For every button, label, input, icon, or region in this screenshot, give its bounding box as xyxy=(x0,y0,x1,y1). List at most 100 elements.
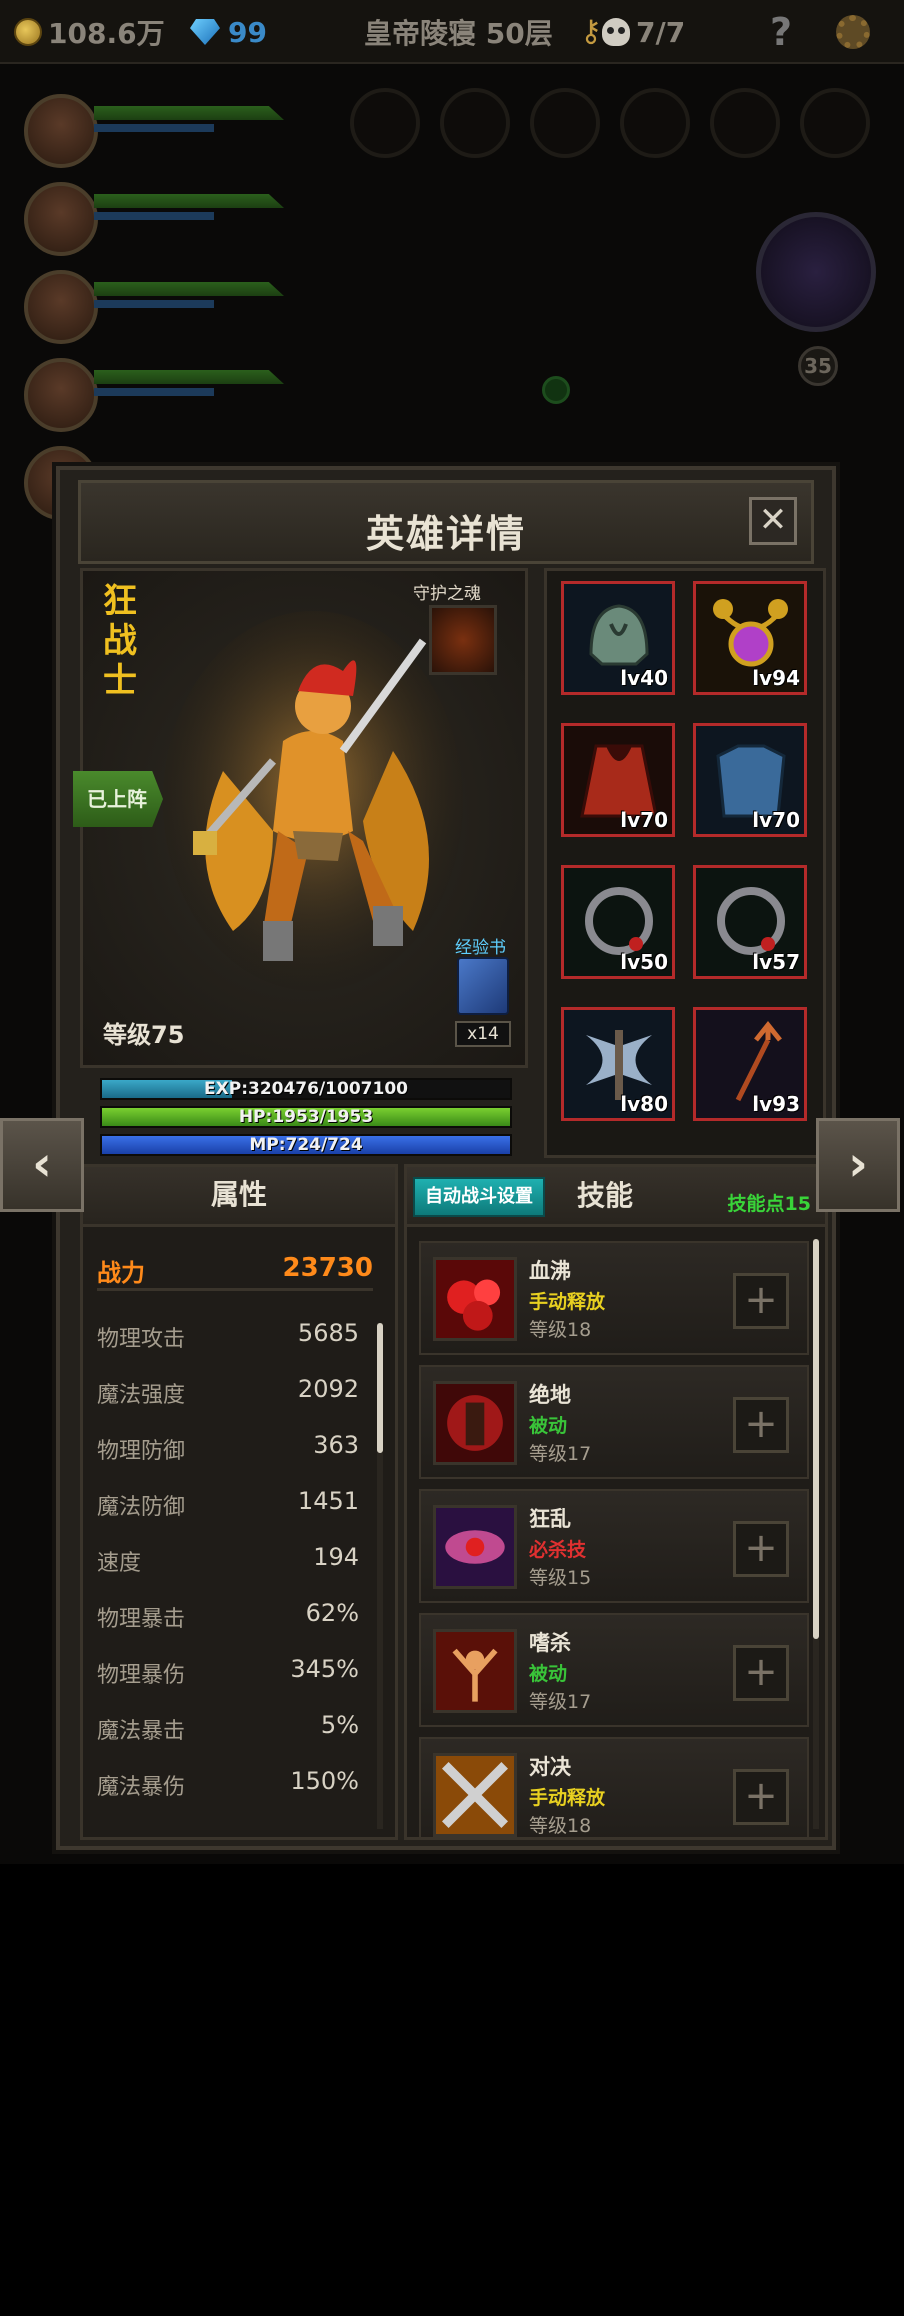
stat-label: 速度 xyxy=(97,1551,142,1576)
hp-bar xyxy=(94,194,284,208)
help-icon[interactable]: ? xyxy=(770,10,792,54)
location-title: 皇帝陵寝 50层 xyxy=(364,17,553,50)
blood-boil-icon xyxy=(433,1257,517,1341)
mp-bar xyxy=(94,212,214,220)
settings-button[interactable] xyxy=(836,14,870,50)
stat-label: 物理暴伤 xyxy=(97,1663,186,1688)
mp-bar xyxy=(94,388,214,396)
skills-scrollbar[interactable] xyxy=(813,1239,819,1829)
skills-header: 自动战斗设置 技能 技能点15 xyxy=(407,1167,825,1227)
skill-name: 对决 xyxy=(529,1755,571,1779)
scrollbar-thumb[interactable] xyxy=(813,1239,819,1639)
item-slot[interactable] xyxy=(710,88,780,158)
equip-slot-ring[interactable]: lv50 xyxy=(561,865,675,979)
equip-slot-amulet[interactable]: lv94 xyxy=(693,581,807,695)
hero-name: 狂 战 士 xyxy=(103,581,143,701)
hero-level: 等级75 xyxy=(103,1021,185,1049)
skill-row[interactable]: 对决 手动释放 等级18 + xyxy=(419,1737,809,1837)
avatar xyxy=(24,182,98,256)
stat-label: 魔法暴击 xyxy=(97,1719,186,1744)
party-hero-slot[interactable] xyxy=(24,182,284,262)
equip-slot-ring[interactable]: lv57 xyxy=(693,865,807,979)
stat-row: 物理暴伤 345% xyxy=(97,1653,359,1693)
skill-level: 等级15 xyxy=(529,1567,592,1589)
stat-label: 物理暴击 xyxy=(97,1607,186,1632)
stat-value: 2092 xyxy=(297,1375,359,1403)
avatar xyxy=(24,94,98,168)
skill-type: 必杀技 xyxy=(529,1539,587,1561)
close-button[interactable]: ✕ xyxy=(749,497,797,545)
hp-bar xyxy=(94,282,284,296)
equip-level: lv80 xyxy=(620,1092,668,1116)
skill-row[interactable]: 绝地 被动 等级17 + xyxy=(419,1365,809,1479)
hp-bar xyxy=(94,106,284,120)
item-slot[interactable] xyxy=(350,88,420,158)
equip-slot-cloak[interactable]: lv70 xyxy=(561,723,675,837)
guardian-soul-slot[interactable] xyxy=(429,605,497,675)
stat-value: 345% xyxy=(290,1655,359,1683)
skill-upgrade-button[interactable]: + xyxy=(733,1273,789,1329)
gold-counter: 108.6万 xyxy=(14,14,165,50)
stat-row: 物理攻击 5685 xyxy=(97,1317,359,1357)
key-icon: ⚷ xyxy=(580,14,602,49)
exp-book-count: x14 xyxy=(455,1021,511,1047)
item-slot[interactable] xyxy=(440,88,510,158)
gem-amount: 99 xyxy=(228,15,267,49)
gem-counter: 99 xyxy=(190,14,267,50)
exp-bar: EXP:320476/1007100 xyxy=(100,1078,512,1100)
stat-row: 速度 194 xyxy=(97,1541,359,1581)
item-slot[interactable] xyxy=(530,88,600,158)
skill-upgrade-button[interactable]: + xyxy=(733,1397,789,1453)
skill-type: 被动 xyxy=(529,1415,568,1437)
skill-row[interactable]: 嗜杀 被动 等级17 + xyxy=(419,1613,809,1727)
stat-label: 物理防御 xyxy=(97,1439,186,1464)
equip-level: lv40 xyxy=(620,666,668,690)
exp-book-icon[interactable] xyxy=(457,957,509,1015)
page-title: 英雄详情 xyxy=(365,512,526,556)
scrollbar-thumb[interactable] xyxy=(377,1323,383,1453)
skill-row[interactable]: 狂乱 必杀技 等级15 + xyxy=(419,1489,809,1603)
stat-row: 魔法防御 1451 xyxy=(97,1485,359,1525)
equip-slot-weapon[interactable]: lv80 xyxy=(561,1007,675,1121)
next-hero-button[interactable]: › xyxy=(816,1118,900,1212)
equip-slot-offhand[interactable]: lv93 xyxy=(693,1007,807,1121)
mp-bar xyxy=(94,300,214,308)
skill-name: 狂乱 xyxy=(529,1507,571,1531)
hero-bars: EXP:320476/1007100 HP:1953/1953 MP:724/7… xyxy=(80,1070,528,1160)
gold-coin-icon xyxy=(14,18,42,46)
auto-battle-settings-button[interactable]: 自动战斗设置 xyxy=(413,1177,545,1217)
party-hero-slot[interactable] xyxy=(24,358,284,438)
attributes-panel: 属性 战力 23730 物理攻击 5685 魔法强度 2092 物理防御 363… xyxy=(80,1164,398,1840)
skill-upgrade-button[interactable]: + xyxy=(733,1645,789,1701)
hp-bar xyxy=(94,370,284,384)
skills-panel: 自动战斗设置 技能 技能点15 血沸 手动释放 等级18 + 绝地 被动 等级1… xyxy=(404,1164,828,1840)
equip-level: lv94 xyxy=(752,666,800,690)
skill-upgrade-button[interactable]: + xyxy=(733,1521,789,1577)
power-value: 23730 xyxy=(282,1253,373,1283)
party-hero-slot[interactable] xyxy=(24,94,284,174)
skill-upgrade-button[interactable]: + xyxy=(733,1769,789,1825)
skill-points: 技能点15 xyxy=(727,1193,811,1215)
stat-value: 62% xyxy=(305,1599,359,1627)
stat-value: 194 xyxy=(313,1543,359,1571)
stat-label: 物理攻击 xyxy=(97,1327,186,1352)
equip-slot-armor[interactable]: lv70 xyxy=(693,723,807,837)
party-hero-slot[interactable] xyxy=(24,270,284,350)
gold-amount: 108.6万 xyxy=(48,17,165,50)
attributes-scrollbar[interactable] xyxy=(377,1323,383,1829)
power-row: 战力 23730 xyxy=(97,1247,373,1291)
skull-icon xyxy=(602,18,630,46)
exp-book-label: 经验书 xyxy=(455,938,506,958)
stat-value: 5% xyxy=(320,1711,359,1739)
map-marker xyxy=(542,376,570,404)
skill-row[interactable]: 血沸 手动释放 等级18 + xyxy=(419,1241,809,1355)
prev-hero-button[interactable]: ‹ xyxy=(0,1118,84,1212)
equip-level: lv57 xyxy=(752,950,800,974)
stat-row: 魔法暴击 5% xyxy=(97,1709,359,1749)
equip-level: lv70 xyxy=(752,808,800,832)
companion-portrait[interactable] xyxy=(756,212,876,332)
skill-name: 嗜杀 xyxy=(529,1631,571,1655)
item-slot[interactable] xyxy=(800,88,870,158)
equip-slot-helmet[interactable]: lv40 xyxy=(561,581,675,695)
item-slot[interactable] xyxy=(620,88,690,158)
